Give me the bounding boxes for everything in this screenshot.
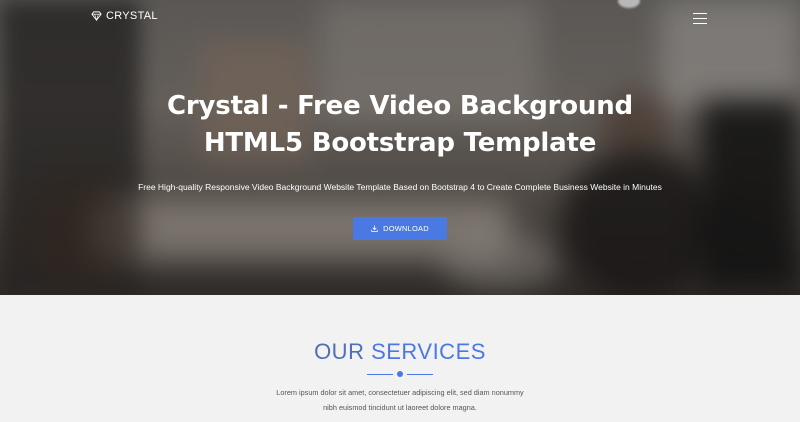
services-section: OUR SERVICES Lorem ipsum dolor sit amet,… <box>0 295 800 422</box>
services-description-line: Lorem ipsum dolor sit amet, consectetuer… <box>276 388 524 397</box>
menu-bar <box>693 13 707 15</box>
divider-line <box>367 373 393 375</box>
services-title: OUR SERVICES <box>0 339 800 365</box>
services-title-part1: OUR <box>314 339 372 364</box>
services-description: Lorem ipsum dolor sit amet, consectetuer… <box>0 385 800 415</box>
title-divider <box>367 371 433 377</box>
diamond-icon <box>91 11 102 21</box>
brand-name: CRYSTAL <box>106 10 158 22</box>
divider-line <box>407 373 433 375</box>
download-button[interactable]: DOWNLOAD <box>353 217 447 240</box>
brand-logo-link[interactable]: CRYSTAL <box>91 10 158 22</box>
divider-dot <box>397 371 403 377</box>
services-description-line: nibh euismod tincidunt ut laoreet dolore… <box>323 403 477 412</box>
menu-bar <box>693 17 707 20</box>
menu-bar <box>693 22 707 24</box>
download-button-label: DOWNLOAD <box>383 224 429 233</box>
services-title-part2: SERVICES <box>371 339 486 364</box>
hero-subtitle: Free High-quality Responsive Video Backg… <box>138 182 662 192</box>
hamburger-menu-icon[interactable] <box>693 13 707 24</box>
hero-section: CRYSTAL Crystal - Free Video Background … <box>0 0 800 295</box>
hero-title: Crystal - Free Video Background HTML5 Bo… <box>167 91 633 158</box>
download-icon <box>371 225 378 232</box>
